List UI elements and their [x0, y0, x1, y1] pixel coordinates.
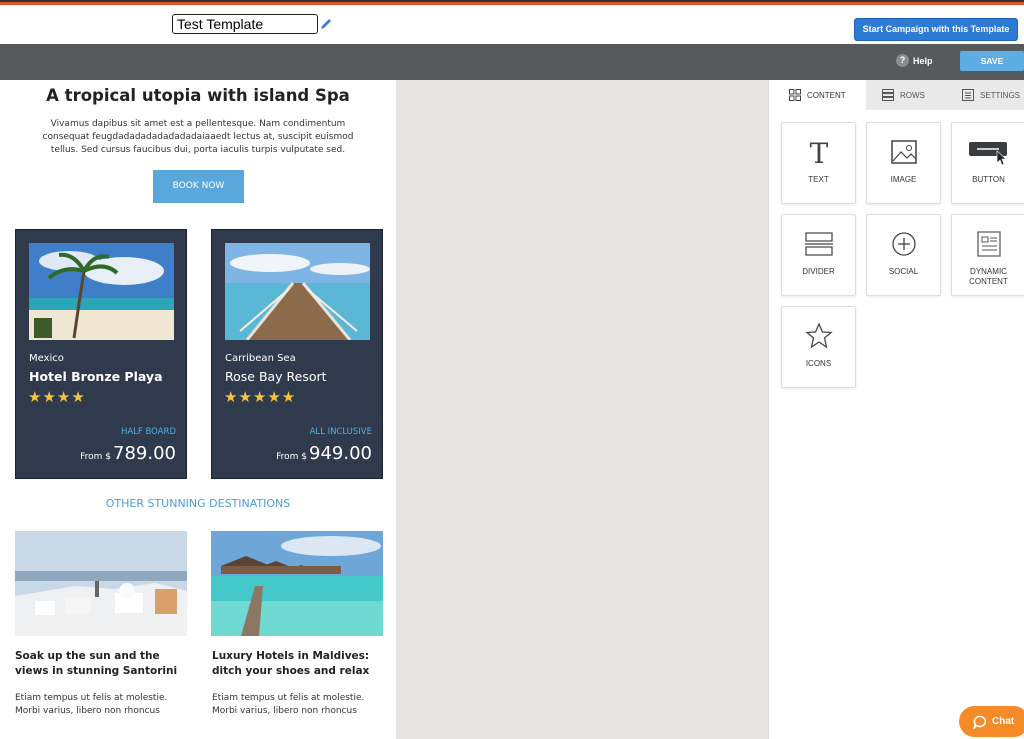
- destination-title[interactable]: Soak up the sun and the views in stunnin…: [15, 649, 187, 679]
- block-label: DIVIDER: [802, 267, 835, 276]
- content-panel: CONTENT ROWS SETTINGS T TEXT IMAGE BUTTO…: [768, 80, 1024, 739]
- book-now-button[interactable]: BOOK NOW: [153, 170, 244, 203]
- block-label: BUTTON: [972, 175, 1005, 184]
- board-type: HALF BOARD: [120, 427, 176, 437]
- block-image[interactable]: IMAGE: [866, 122, 941, 204]
- hotel-card[interactable]: Carribean Sea Rose Bay Resort ★★★★★ ALL …: [211, 229, 383, 479]
- save-button[interactable]: SAVE: [960, 51, 1024, 71]
- rows-icon: [882, 89, 894, 101]
- grid-icon: [789, 89, 801, 101]
- help-icon: ?: [896, 54, 909, 67]
- block-dynamic-content[interactable]: DYNAMIC CONTENT: [951, 214, 1024, 296]
- price-prefix: From $: [80, 452, 112, 462]
- svg-text:T: T: [809, 137, 828, 167]
- maldives-image[interactable]: [211, 531, 383, 636]
- tab-content-label: CONTENT: [807, 90, 846, 100]
- chat-button[interactable]: Chat: [959, 706, 1024, 737]
- card-hotel-name: Hotel Bronze Playa: [29, 369, 163, 384]
- block-social[interactable]: SOCIAL: [866, 214, 941, 296]
- chat-bubble-icon: [973, 715, 987, 729]
- settings-icon: [962, 89, 974, 101]
- chat-label: Chat: [992, 716, 1015, 727]
- template-name-input[interactable]: [172, 14, 318, 34]
- tab-settings-label: SETTINGS: [980, 90, 1021, 100]
- card-location: Carribean Sea: [225, 353, 296, 364]
- tab-rows-label: ROWS: [900, 90, 925, 100]
- block-label: TEXT: [808, 175, 829, 184]
- star-rating: ★★★★: [28, 388, 86, 406]
- image-icon: [890, 140, 917, 164]
- block-button[interactable]: BUTTON: [951, 122, 1024, 204]
- destination-text[interactable]: Etiam tempus ut felis at molestie. Morbi…: [15, 692, 187, 718]
- hotel-card[interactable]: Mexico Hotel Bronze Playa ★★★★ HALF BOAR…: [15, 229, 187, 479]
- block-label: SOCIAL: [888, 267, 919, 276]
- price-value: 789.00: [113, 443, 176, 464]
- price-prefix: From $: [276, 452, 308, 462]
- tab-rows[interactable]: ROWS: [866, 80, 946, 110]
- help-link[interactable]: ? Help: [896, 54, 933, 67]
- beach-palm-image[interactable]: [29, 243, 174, 340]
- top-bar: Start Campaign with this Template: [0, 6, 1024, 44]
- help-label: Help: [913, 55, 933, 66]
- start-campaign-button[interactable]: Start Campaign with this Template: [854, 18, 1018, 41]
- card-price: From $789.00: [80, 443, 176, 464]
- social-icon: [891, 232, 916, 256]
- destination-title[interactable]: Luxury Hotels in Maldives: ditch your sh…: [212, 649, 384, 679]
- dynamic-content-icon: [976, 231, 1001, 257]
- block-text[interactable]: T TEXT: [781, 122, 856, 204]
- text-icon: T: [809, 137, 828, 167]
- pier-image[interactable]: [225, 243, 370, 340]
- other-destinations-heading[interactable]: OTHER STUNNING DESTINATIONS: [0, 497, 396, 510]
- editor-canvas: A tropical utopia with island Spa Vivamu…: [0, 80, 768, 739]
- block-label: IMAGE: [890, 175, 917, 184]
- email-preview: A tropical utopia with island Spa Vivamu…: [0, 80, 396, 739]
- email-intro[interactable]: Vivamus dapibus sit amet est a pellentes…: [28, 118, 368, 157]
- block-label: DYNAMIC CONTENT: [969, 267, 1008, 286]
- divider-icon: [804, 232, 833, 256]
- card-price: From $949.00: [276, 443, 372, 464]
- price-value: 949.00: [309, 443, 372, 464]
- email-title[interactable]: A tropical utopia with island Spa: [0, 86, 396, 105]
- star-icon: [804, 322, 833, 349]
- block-divider[interactable]: DIVIDER: [781, 214, 856, 296]
- card-location: Mexico: [29, 353, 64, 364]
- card-hotel-name: Rose Bay Resort: [225, 369, 327, 384]
- tab-content[interactable]: CONTENT: [769, 80, 866, 110]
- button-icon: [968, 142, 1007, 166]
- panel-tabs: CONTENT ROWS SETTINGS: [769, 80, 1024, 110]
- editor-toolbar: ? Help SAVE: [0, 44, 1024, 80]
- board-type: ALL INCLUSIVE: [309, 427, 372, 437]
- destination-text[interactable]: Etiam tempus ut felis at molestie. Morbi…: [212, 692, 384, 718]
- block-label: ICONS: [805, 359, 832, 368]
- tab-settings[interactable]: SETTINGS: [946, 80, 1024, 110]
- santorini-image[interactable]: [15, 531, 187, 636]
- star-rating: ★★★★★: [224, 388, 297, 406]
- pencil-icon[interactable]: [319, 17, 333, 31]
- block-icons[interactable]: ICONS: [781, 306, 856, 388]
